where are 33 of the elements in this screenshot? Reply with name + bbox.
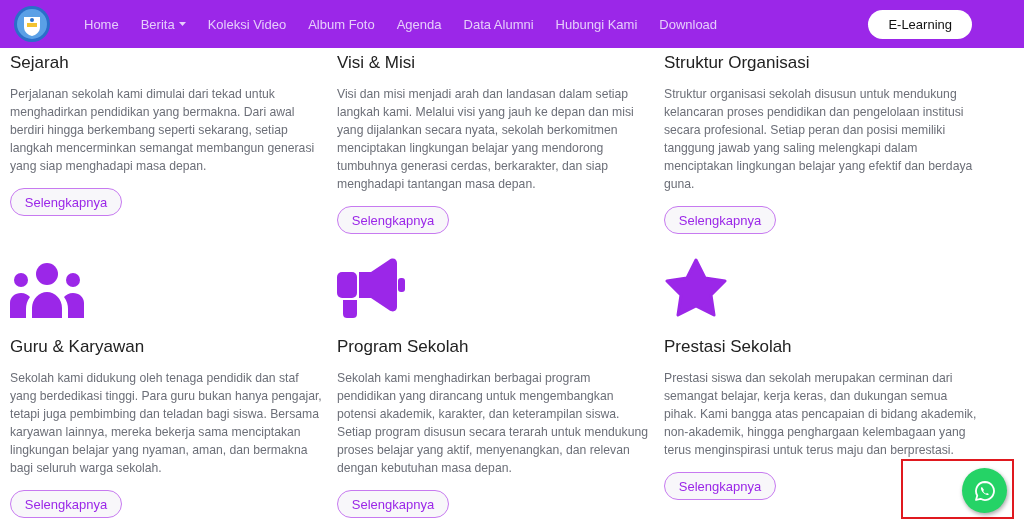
read-more-button[interactable]: Selengkapnya <box>664 472 776 500</box>
nav-link[interactable]: Data Alumni <box>463 16 534 32</box>
card-title: Prestasi Sekolah <box>664 336 792 358</box>
logo-icon[interactable] <box>13 5 51 43</box>
nav-link[interactable]: Agenda <box>396 16 442 32</box>
card-description: Struktur organisasi sekolah disusun untuk mendukung kelancaran proses pendidikan dan pengelolaan institusi secara profesional. Setiap peran dan posisi memiliki tanggung jawab yang saling melengkapi dalam menciptakan lingkungan belajar yang efektif dan berdaya guna. <box>664 86 974 193</box>
read-more-button[interactable]: Selengkapnya <box>10 188 122 216</box>
caret-icon <box>178 22 186 26</box>
card-description: Sekolah kami didukung oleh tenaga pendidik dan staf yang berdedikasi tinggi. Para guru bukan hanya pengajar, tetapi juga pembimbing dan teladan bagi siswa. Bersama karyawan lainnya, mereka bekerja sama menciptakan lingkungan belajar yang nyaman, aman, dan bermakna bagi seluruh warga sekolah. <box>10 370 323 477</box>
card-title: Sejarah <box>10 52 69 74</box>
nav-link[interactable]: Home <box>84 16 119 32</box>
read-more-button[interactable]: Selengkapnya <box>337 206 449 234</box>
card-title: Program Sekolah <box>337 336 469 358</box>
read-more-button[interactable]: Selengkapnya <box>664 206 776 234</box>
card-description: Prestasi siswa dan sekolah merupakan cerminan dari semangat belajar, kerja keras, dan dukungan semua pihak. Kami bangga atas pencapaian di bidang akademik, non-akademik, hingga penghargaan kelembagaan yang terus menginspirasi untuk terus maju dan berprestasi. <box>664 370 978 459</box>
card-title: Visi & Misi <box>337 52 416 74</box>
chat-bubble-icon <box>973 479 996 502</box>
nav-link[interactable]: Hubungi Kami <box>555 16 638 32</box>
card-title: Guru & Karyawan <box>10 336 145 358</box>
nav-link[interactable]: Koleksi Video <box>207 16 287 32</box>
nav-link[interactable]: Album Foto <box>308 16 375 32</box>
card-description: Perjalanan sekolah kami dimulai dari tekad untuk menghadirkan pendidikan yang bermakna. Dari awal berdiri hingga berkembang seperti sekarang, setiap langkah mencerminkan semangat membangun generasi yang siap menghadapi masa depan. <box>10 86 316 175</box>
star-icon <box>664 258 728 318</box>
card-description: Sekolah kami menghadirkan berbagai program pendidikan yang dirancang untuk mengembangkan potensi akademik, karakter, dan keterampilan siswa. Setiap program disusun secara terarah untuk mendukung proses belajar yang aktif, menyenangkan, dan relevan dengan kebutuhan masa depan. <box>337 370 649 477</box>
megaphone-icon <box>337 258 405 318</box>
card-description: Visi dan misi menjadi arah dan landasan dalam setiap langkah kami. Melalui visi yang jauh ke depan dan misi yang dijalankan secara nyata, sekolah berkomitmen menciptakan lingkungan belajar yang mendorong tumbuhnya generasi cerdas, berkarakter, dan siap menghadapi tantangan masa depan. <box>337 86 635 193</box>
read-more-button[interactable]: Selengkapnya <box>337 490 449 518</box>
nav-dropdown[interactable]: Berita <box>140 16 186 32</box>
people-group-icon <box>10 263 84 318</box>
nav-link[interactable]: Download <box>659 16 718 32</box>
read-more-button[interactable]: Selengkapnya <box>10 490 122 518</box>
card-title: Struktur Organisasi <box>664 52 810 74</box>
e-learning-button[interactable]: E-Learning <box>868 9 972 39</box>
